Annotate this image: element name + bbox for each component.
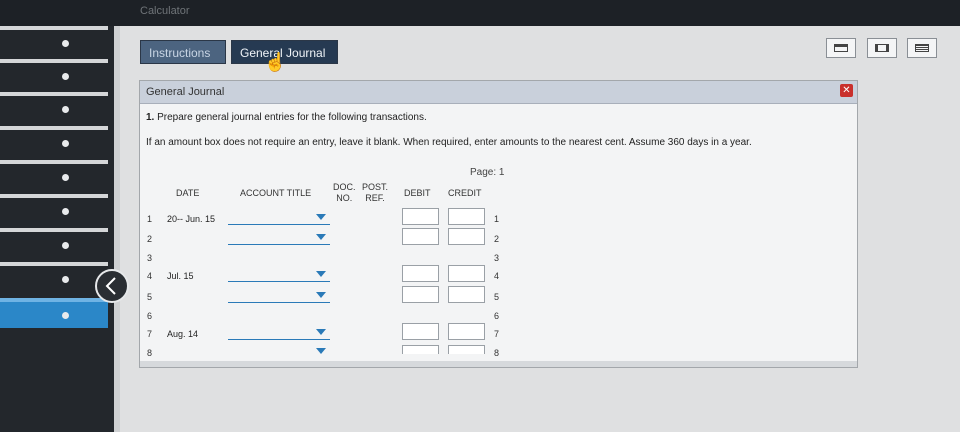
hand-cursor-icon: ☝ — [264, 52, 287, 72]
nav-item-5[interactable] — [0, 160, 108, 190]
nav-item-3[interactable] — [0, 92, 108, 122]
nav-dot-icon — [62, 73, 69, 80]
col-post-line1: POST. — [362, 182, 389, 192]
row-number-right: 1 — [494, 214, 500, 224]
nav-item-1[interactable] — [0, 26, 108, 56]
nav-dot-icon — [62, 140, 69, 147]
col-credit: CREDIT — [448, 188, 482, 198]
debit-input[interactable] — [402, 345, 439, 354]
window-title: Calculator — [140, 5, 190, 17]
row-number-right: 7 — [494, 329, 500, 339]
row-number-right: 8 — [494, 348, 500, 356]
title-bar: Calculator — [0, 0, 960, 26]
row-number-right: 5 — [494, 292, 500, 302]
col-doc-line1: DOC. — [333, 182, 356, 192]
debit-input[interactable] — [402, 286, 439, 303]
account-select[interactable] — [228, 290, 330, 303]
debit-input[interactable] — [402, 228, 439, 245]
credit-input[interactable] — [448, 286, 485, 303]
chevron-down-icon — [316, 329, 326, 335]
tab-instructions[interactable]: Instructions — [140, 40, 226, 64]
account-select[interactable] — [228, 232, 330, 245]
nav-dot-icon — [62, 208, 69, 215]
col-post-line2: REF. — [365, 193, 385, 203]
account-select[interactable] — [228, 327, 330, 340]
row-number: 5 — [147, 292, 153, 302]
nav-dot-icon — [62, 242, 69, 249]
col-doc-no: DOC. NO. — [333, 182, 356, 204]
nav-item-4[interactable] — [0, 126, 108, 156]
nav-item-2[interactable] — [0, 59, 108, 89]
question-text: 1. Prepare general journal entries for t… — [146, 112, 427, 123]
credit-input[interactable] — [448, 323, 485, 340]
row-number: 3 — [147, 253, 153, 263]
row-number-right: 6 — [494, 311, 500, 321]
nav-dot-icon — [62, 312, 69, 319]
nav-item-9-active[interactable] — [0, 298, 108, 328]
chevron-down-icon — [316, 348, 326, 354]
credit-input[interactable] — [448, 228, 485, 245]
debit-input[interactable] — [402, 265, 439, 282]
debit-input[interactable] — [402, 208, 439, 225]
col-doc-line2: NO. — [336, 193, 353, 203]
chevron-down-icon — [316, 214, 326, 220]
nav-dot-icon — [62, 40, 69, 47]
left-navigation — [0, 26, 114, 432]
chevron-down-icon — [316, 292, 326, 298]
row-date: Aug. 14 — [167, 329, 199, 339]
view-full-icon[interactable] — [907, 38, 937, 58]
col-post-ref: POST. REF. — [362, 182, 388, 204]
general-journal-panel: General Journal ✕ 1. Prepare general jou… — [139, 80, 858, 368]
debit-input[interactable] — [402, 323, 439, 340]
horizontal-scrollbar[interactable] — [140, 361, 857, 367]
row-date: Jul. 15 — [167, 271, 194, 281]
account-select[interactable] — [228, 212, 330, 225]
nav-item-8[interactable] — [0, 262, 108, 292]
col-account-title: ACCOUNT TITLE — [240, 188, 312, 198]
row-number: 6 — [147, 311, 153, 321]
nav-dot-icon — [62, 276, 69, 283]
account-select[interactable] — [228, 343, 330, 354]
row-number-right: 2 — [494, 234, 500, 244]
row-number: 8 — [147, 348, 153, 356]
credit-input[interactable] — [448, 265, 485, 282]
nav-item-7[interactable] — [0, 228, 108, 258]
question-number: 1. — [146, 112, 155, 123]
account-select[interactable] — [228, 269, 330, 282]
chevron-down-icon — [316, 234, 326, 240]
back-arrow-icon[interactable] — [94, 268, 130, 304]
view-split-icon[interactable] — [867, 38, 897, 58]
row-number-right: 4 — [494, 271, 500, 281]
nav-dot-icon — [62, 106, 69, 113]
col-debit: DEBIT — [404, 188, 431, 198]
nav-dot-icon — [62, 174, 69, 181]
row-number: 2 — [147, 234, 153, 244]
col-date: DATE — [176, 188, 200, 198]
instruction-note: If an amount box does not require an ent… — [146, 137, 752, 148]
credit-input[interactable] — [448, 345, 485, 354]
row-date: 20-- Jun. 15 — [167, 214, 216, 224]
row-number: 1 — [147, 214, 153, 224]
row-number: 7 — [147, 329, 153, 339]
chevron-down-icon — [316, 271, 326, 277]
panel-title: General Journal — [146, 86, 225, 98]
view-compact-icon[interactable] — [826, 38, 856, 58]
row-number-right: 3 — [494, 253, 500, 263]
credit-input[interactable] — [448, 208, 485, 225]
close-icon[interactable]: ✕ — [840, 84, 853, 97]
panel-header: General Journal ✕ — [140, 81, 857, 104]
page-label: Page: 1 — [470, 167, 505, 178]
question-body: Prepare general journal entries for the … — [157, 112, 427, 123]
row-number: 4 — [147, 271, 153, 281]
nav-item-6[interactable] — [0, 194, 108, 224]
